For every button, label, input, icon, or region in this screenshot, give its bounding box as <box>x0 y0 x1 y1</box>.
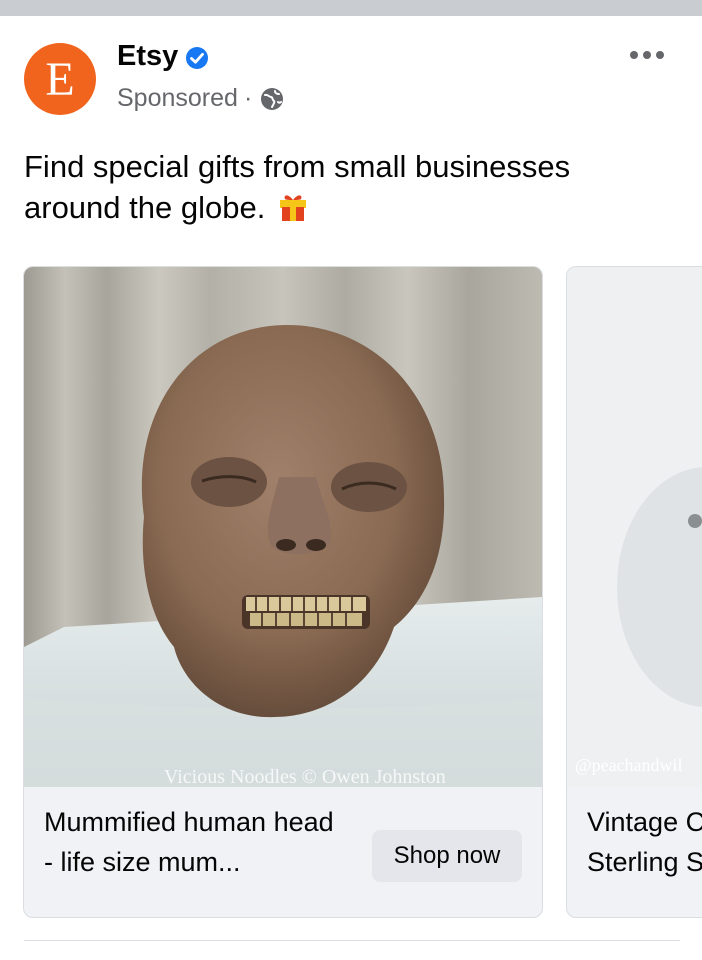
carousel-card[interactable]: @peachandwil Vintage C Sterling S <box>566 266 702 918</box>
top-separator-bar <box>0 0 702 16</box>
more-options-icon[interactable] <box>630 48 670 62</box>
post-divider <box>24 940 680 941</box>
gift-emoji-icon <box>279 195 306 221</box>
page-name-link[interactable]: Etsy <box>117 40 178 73</box>
product-title-line: Vintage C <box>587 807 702 837</box>
globe-icon <box>261 87 284 110</box>
avatar-letter: E <box>45 53 75 106</box>
shop-now-button[interactable]: Shop now <box>372 830 522 882</box>
product-image-mummified-head[interactable]: Vicious Noodles © Owen Johnston <box>24 267 542 787</box>
image-watermark: Vicious Noodles © Owen Johnston <box>164 766 446 787</box>
page-avatar[interactable]: E <box>24 43 96 115</box>
product-image-vintage-sterling[interactable]: @peachandwil <box>567 267 702 787</box>
post-meta-row: Sponsored · <box>117 84 284 113</box>
image-watermark: @peachandwil <box>575 755 683 775</box>
post-caption: Find special gifts from small businesses… <box>24 146 664 228</box>
meta-separator: · <box>243 84 253 112</box>
product-title[interactable]: Vintage C Sterling S <box>587 802 702 882</box>
carousel-card[interactable]: Vicious Noodles © Owen Johnston Mummifie… <box>23 266 543 918</box>
product-title[interactable]: Mummified human head - life size mum... <box>44 802 344 882</box>
product-title-line: Sterling S <box>587 847 702 877</box>
verified-badge-icon <box>186 47 208 69</box>
sponsored-label[interactable]: Sponsored <box>117 84 238 113</box>
